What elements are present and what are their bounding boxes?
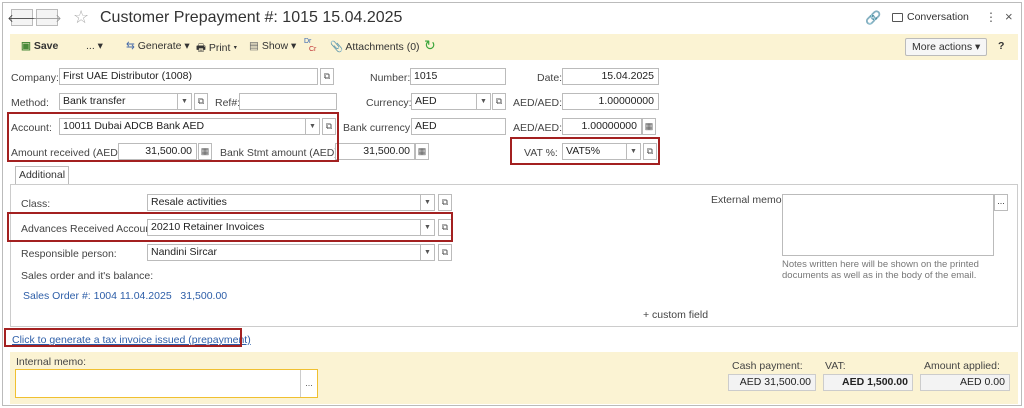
internal-memo-label: Internal memo: — [16, 356, 87, 368]
help-button[interactable]: ? — [998, 40, 1004, 52]
bank-currency-label: Bank currency: — [343, 122, 414, 134]
class-field[interactable]: Resale activities — [147, 194, 421, 211]
refresh-icon[interactable]: ↻ — [424, 37, 436, 54]
ref-label: Ref#: — [215, 97, 241, 109]
amount-applied-label: Amount applied: — [924, 360, 1000, 372]
print-button[interactable]: 🖶 Print ▾ — [196, 40, 237, 58]
additional-panel: Class: Resale activities ▼ ⧉ Advances Re… — [7, 184, 1018, 327]
report-icon: ▤ — [249, 40, 259, 52]
date-label: Date: — [537, 72, 563, 84]
responsible-open-button[interactable]: ⧉ — [438, 244, 452, 261]
external-memo-label: External memo: — [711, 194, 785, 206]
internal-memo-field[interactable] — [15, 369, 318, 398]
class-label: Class: — [21, 198, 51, 210]
number-field[interactable]: 1015 — [410, 68, 506, 85]
company-label: Company: — [11, 72, 59, 84]
conversation-button[interactable]: Conversation — [892, 11, 969, 23]
rate-field[interactable]: 1.00000000 — [562, 93, 659, 110]
generate-icon: ⇆ — [126, 40, 135, 52]
external-memo-expand-button[interactable]: ... — [994, 194, 1008, 211]
close-icon[interactable]: × — [1005, 9, 1013, 24]
ref-field[interactable] — [239, 93, 337, 110]
method-label: Method: — [11, 97, 49, 109]
method-open-button[interactable]: ⧉ — [194, 93, 208, 110]
external-memo-field[interactable] — [782, 194, 994, 256]
highlight-box — [7, 112, 339, 162]
sales-order-link[interactable]: Sales Order #: 1004 11.04.2025 31,500.00 — [23, 290, 227, 302]
date-field[interactable]: 15.04.2025 — [562, 68, 659, 85]
command-bar: ▣ Save ... ▾ ⇆ Generate ▾ 🖶 Print ▾ ▤ Sh… — [10, 34, 1018, 60]
show-button[interactable]: ▤ Show ▾ — [249, 40, 296, 52]
chat-icon — [892, 12, 903, 22]
document-window: 🡐 🡒 ☆ Customer Prepayment #: 1015 15.04.… — [2, 2, 1022, 406]
bank-stmt-field[interactable]: 31,500.00 — [335, 143, 415, 160]
attachments-button[interactable]: 📎 Attachments (0) — [330, 40, 420, 53]
rate2-field[interactable]: 1.00000000 — [562, 118, 642, 135]
highlight-box — [7, 212, 453, 242]
more-menu-icon[interactable]: ⋮ — [985, 10, 997, 24]
page-title: Customer Prepayment #: 1015 15.04.2025 — [100, 9, 403, 26]
calculator-icon[interactable]: ▦ — [642, 118, 656, 135]
currency-label: Currency: — [366, 97, 412, 109]
save-icon: ▣ — [21, 40, 31, 52]
internal-memo-expand-button[interactable]: ... — [300, 370, 317, 397]
link-icon[interactable]: 🔗 — [865, 10, 881, 26]
rate2-label: AED/AED: — [513, 122, 563, 134]
number-label: Number: — [370, 72, 411, 84]
highlight-box — [4, 328, 242, 347]
vat-total-value: AED 1,500.00 — [823, 374, 913, 391]
cash-payment-value: AED 31,500.00 — [728, 374, 816, 391]
dr-cr-button[interactable]: Dr Cr — [304, 38, 316, 54]
save-button[interactable]: ▣ Save — [21, 40, 58, 52]
more-options-button[interactable]: ... ▾ — [86, 40, 103, 52]
title-bar: 🡐 🡒 ☆ Customer Prepayment #: 1015 15.04.… — [3, 3, 1021, 33]
back-button[interactable]: 🡐 — [7, 9, 37, 26]
more-actions-button[interactable]: More actions ▾ — [905, 38, 988, 56]
footer-bar: Internal memo: ... Cash payment: AED 31,… — [10, 352, 1018, 404]
paperclip-icon: 📎 — [330, 41, 344, 53]
vat-total-label: VAT: — [825, 360, 846, 372]
company-field[interactable]: First UAE Distributor (1008) — [59, 68, 318, 85]
currency-field[interactable]: AED — [411, 93, 477, 110]
method-dropdown-button[interactable]: ▼ — [178, 93, 192, 110]
calculator-icon[interactable]: ▦ — [415, 143, 429, 160]
printer-icon: 🖶 — [196, 42, 206, 54]
currency-open-button[interactable]: ⧉ — [492, 93, 506, 110]
company-open-button[interactable]: ⧉ — [320, 68, 334, 85]
bank-currency-field[interactable]: AED — [411, 118, 506, 135]
amount-applied-value: AED 0.00 — [920, 374, 1010, 391]
currency-dropdown-button[interactable]: ▼ — [477, 93, 491, 110]
arrow-right-icon: 🡒 — [32, 12, 62, 25]
forward-button[interactable]: 🡒 — [32, 9, 62, 26]
class-dropdown-button[interactable]: ▼ — [421, 194, 435, 211]
cash-payment-label: Cash payment: — [732, 360, 803, 372]
tab-additional[interactable]: Additional — [15, 166, 69, 185]
method-field[interactable]: Bank transfer — [59, 93, 178, 110]
generate-button[interactable]: ⇆ Generate ▾ — [126, 40, 190, 52]
custom-field-link[interactable]: + custom field — [643, 309, 708, 321]
highlight-box — [510, 137, 660, 165]
external-memo-note: Notes written here will be shown on the … — [782, 259, 979, 281]
sales-order-label: Sales order and it's balance: — [21, 270, 154, 282]
star-icon[interactable]: ☆ — [73, 7, 89, 28]
class-open-button[interactable]: ⧉ — [438, 194, 452, 211]
responsible-label: Responsible person: — [21, 248, 117, 260]
rate-label: AED/AED: — [513, 97, 563, 109]
responsible-field[interactable]: Nandini Sircar — [147, 244, 421, 261]
responsible-dropdown-button[interactable]: ▼ — [421, 244, 435, 261]
